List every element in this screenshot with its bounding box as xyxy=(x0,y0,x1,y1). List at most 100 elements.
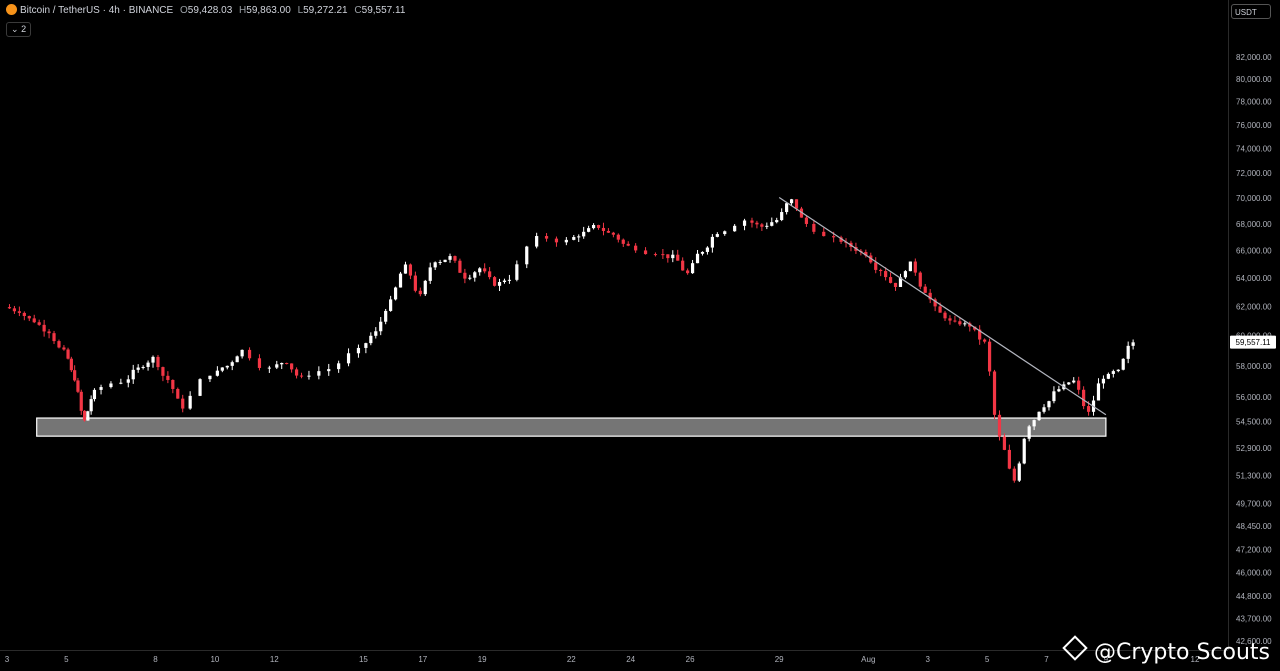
candle-body xyxy=(453,256,457,261)
watermark-text: @Crypto Scouts xyxy=(1093,640,1270,665)
candle-body xyxy=(299,375,304,377)
candle-body xyxy=(789,199,794,204)
candle-body xyxy=(47,331,51,334)
x-tick-label: 3 xyxy=(925,655,930,664)
candle-body xyxy=(389,299,393,311)
candle-body xyxy=(544,236,549,239)
candle-body xyxy=(92,389,97,400)
candle-body xyxy=(755,222,759,225)
candle-body xyxy=(884,271,888,278)
candle-body xyxy=(695,253,700,264)
candle-body xyxy=(235,356,239,363)
candle-body xyxy=(1086,406,1091,412)
candle-body xyxy=(37,322,41,325)
candle-body xyxy=(7,307,12,309)
x-tick-label: 17 xyxy=(418,655,427,664)
indicators-toggle[interactable]: ⌄ 2 xyxy=(6,22,32,37)
candle-body xyxy=(554,238,559,243)
candle-body xyxy=(577,236,581,238)
candle-body xyxy=(198,379,202,396)
candle-body xyxy=(1007,449,1011,469)
bitcoin-logo-icon xyxy=(6,4,17,15)
candle-body xyxy=(587,228,591,232)
candle-body xyxy=(398,273,403,288)
candle-body xyxy=(742,220,747,226)
symbol-header[interactable]: Bitcoin / TetherUS · 4h · BINANCE O59,42… xyxy=(6,4,405,16)
low-value: 59,272.21 xyxy=(303,5,348,16)
candle-body xyxy=(1111,371,1115,374)
candle-body xyxy=(73,370,77,381)
open-label: O xyxy=(179,5,188,16)
candle-body xyxy=(1096,383,1101,401)
candle-body xyxy=(780,212,784,221)
candle-body xyxy=(616,234,620,240)
candle-body xyxy=(1017,463,1021,481)
candle-body xyxy=(136,367,140,370)
candle-body xyxy=(423,280,427,295)
candle-body xyxy=(723,231,727,235)
candle-body xyxy=(1072,380,1076,383)
candle-body xyxy=(497,282,502,286)
candle-body xyxy=(710,236,714,248)
candle-body xyxy=(690,263,695,274)
candle-body xyxy=(1077,380,1081,390)
candle-body xyxy=(230,362,234,366)
candle-body xyxy=(953,320,957,322)
candle-body xyxy=(257,358,262,368)
candle-body xyxy=(275,364,279,368)
y-tick-label: 56,000.00 xyxy=(1236,393,1272,402)
candle-body xyxy=(356,347,361,354)
candle-body xyxy=(12,308,17,312)
price-chart[interactable]: 82,000.00 80,000.00 78,000.00 76,000.00 74,0… xyxy=(0,0,1280,671)
candle-body xyxy=(384,310,388,322)
candle-body xyxy=(403,264,408,274)
y-tick-label: 82,000.00 xyxy=(1236,53,1272,62)
candle-body xyxy=(473,272,477,278)
y-tick-label: 48,450.00 xyxy=(1236,522,1272,531)
candle-body xyxy=(938,306,942,313)
candle-body xyxy=(171,379,175,389)
y-tick-label: 68,000.00 xyxy=(1236,220,1272,229)
candle-body xyxy=(983,339,987,342)
candle-body xyxy=(443,259,447,262)
candle-body xyxy=(379,321,383,332)
candle-body xyxy=(86,411,90,421)
candle-body xyxy=(596,225,601,228)
chart-background xyxy=(0,0,1280,671)
candle-body xyxy=(705,247,710,252)
x-tick-label: 19 xyxy=(478,655,487,664)
currency-selector[interactable]: USDT xyxy=(1231,4,1271,19)
candle-body xyxy=(166,375,170,380)
candle-body xyxy=(893,282,898,287)
candle-body xyxy=(653,254,658,256)
candle-body xyxy=(502,280,507,283)
candle-body xyxy=(1126,345,1130,359)
candle-body xyxy=(1027,426,1031,439)
open-value: 59,428.03 xyxy=(187,5,233,16)
candle-body xyxy=(176,388,180,399)
candle-body xyxy=(1012,468,1016,481)
candle-body xyxy=(1082,389,1086,407)
candle-body xyxy=(987,341,992,372)
x-tick-label: 29 xyxy=(775,655,784,664)
candle-body xyxy=(775,220,779,223)
chevron-down-icon: ⌄ xyxy=(11,24,19,34)
candle-body xyxy=(1131,342,1135,346)
candle-body xyxy=(676,254,680,261)
close-label: C xyxy=(354,5,362,16)
y-tick-label: 66,000.00 xyxy=(1236,247,1272,256)
candle-body xyxy=(188,395,192,409)
candle-body xyxy=(82,410,87,421)
y-tick-label: 78,000.00 xyxy=(1236,98,1272,107)
candle-body xyxy=(346,353,351,364)
x-tick-label: 15 xyxy=(359,655,368,664)
candle-body xyxy=(146,362,150,367)
candle-body xyxy=(715,234,719,237)
candle-body xyxy=(428,267,432,281)
candle-body xyxy=(765,225,769,227)
candle-body xyxy=(267,367,271,369)
indicator-count: 2 xyxy=(21,24,27,34)
candle-body xyxy=(958,321,962,325)
candle-body xyxy=(463,272,467,279)
candle-body xyxy=(923,286,927,293)
